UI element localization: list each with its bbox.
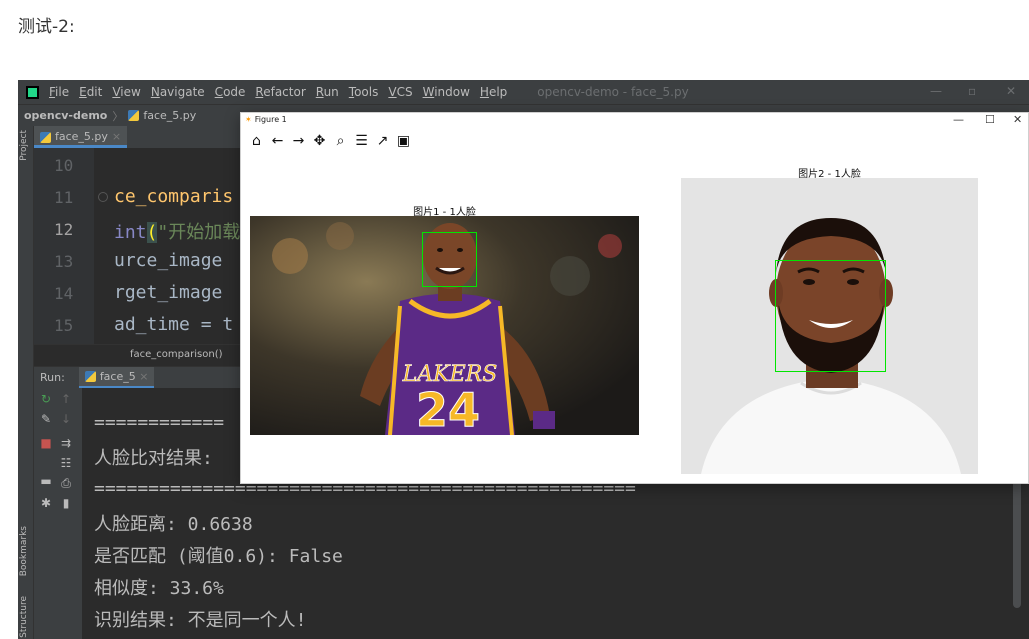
menu-run[interactable]: Run (316, 85, 339, 99)
home-icon[interactable]: ⌂ (249, 133, 264, 153)
fold-marker-icon[interactable] (98, 192, 108, 202)
print-icon[interactable]: ⎙ (58, 476, 74, 491)
scroll-up-icon[interactable]: ↑ (58, 392, 74, 406)
close-icon[interactable]: ✕ (1006, 84, 1016, 98)
code-line: urce_image (114, 250, 223, 271)
pan-icon[interactable]: ✥ (312, 133, 327, 153)
python-run-icon (84, 371, 96, 382)
figure-title-text: Figure 1 (254, 115, 287, 124)
run-tab-label: face_5 (99, 369, 136, 383)
editor-tab[interactable]: face_5.py × (34, 126, 128, 148)
window-title: opencv-demo - face_5.py (537, 85, 689, 99)
run-label: Run: (40, 371, 65, 384)
code-line: ce_comparis (114, 186, 234, 207)
jersey-number: 24 (416, 383, 480, 435)
line-number: 10 (54, 156, 74, 175)
project-tool-tab[interactable]: Project (19, 130, 29, 161)
menu-view[interactable]: View (112, 85, 140, 99)
menu-code[interactable]: Code (215, 85, 246, 99)
line-number: 15 (54, 316, 74, 335)
console-scrollbar[interactable] (1013, 478, 1021, 608)
structure-tool-tab[interactable]: Structure (19, 596, 29, 638)
menu-vcs[interactable]: VCS (388, 85, 412, 99)
console-line: 相似度: 33.6% (94, 578, 224, 599)
pin-icon[interactable]: ✱ (38, 496, 54, 510)
stop-icon[interactable]: ■ (38, 436, 54, 450)
bookmarks-tool-tab[interactable]: Bookmarks (19, 526, 29, 576)
code-line: int("开始加载 (114, 218, 240, 244)
menu-navigate[interactable]: Navigate (151, 85, 205, 99)
line-number: 11 (54, 188, 74, 207)
trash-icon[interactable]: ▮ (58, 496, 74, 510)
chevron-right-icon: 〉 (112, 109, 124, 123)
run-toolbar: ↻ ↑ ✎ ↓ ■ ⇉ ☷ ▬ ⎙ ✱ ▮ (34, 388, 82, 639)
line-number: 13 (54, 252, 74, 271)
code-line: rget_image (114, 282, 223, 303)
menu-edit[interactable]: Edit (79, 85, 102, 99)
menu-bar: File Edit View Navigate Code Refactor Ru… (18, 80, 1029, 104)
close-tab-icon[interactable]: × (112, 130, 121, 143)
code-token-builtin: int (114, 222, 147, 243)
menu-help[interactable]: Help (480, 85, 507, 99)
figure-close-icon[interactable]: ✕ (1013, 113, 1022, 126)
editor-tab-label: face_5.py (55, 130, 108, 143)
left-tool-strip: Project Bookmarks Structure (18, 126, 34, 639)
console-line: ============ (94, 412, 225, 433)
line-number: 14 (54, 284, 74, 303)
save-icon[interactable]: ▣ (396, 133, 411, 153)
layout-icon[interactable]: ▬ (38, 474, 54, 488)
forward-icon[interactable]: → (291, 133, 306, 153)
menu-refactor[interactable]: Refactor (255, 85, 305, 99)
code-token-string: "开始加载 (157, 222, 241, 243)
line-number: 12 (54, 220, 74, 239)
line-number-gutter: 10 11 12 13 14 15 (34, 148, 94, 366)
image1-photo: LAKERS 24 (250, 216, 639, 435)
edit-curve-icon[interactable]: ↗ (375, 133, 390, 153)
code-token-paren: ( (146, 222, 158, 243)
close-run-tab-icon[interactable]: × (139, 370, 148, 383)
zoom-icon[interactable]: ⌕ (333, 133, 348, 153)
project-name[interactable]: opencv-demo (24, 109, 107, 122)
menu-window[interactable]: Window (423, 85, 470, 99)
minimize-icon[interactable]: — (930, 84, 942, 98)
maximize-icon[interactable]: ▫ (968, 84, 976, 98)
figure-maximize-icon[interactable]: ☐ (985, 113, 995, 126)
soft-wrap-icon[interactable]: ⇉ (58, 436, 74, 450)
figure-title: ✶ Figure 1 (245, 115, 287, 124)
nav-file-name[interactable]: face_5.py (143, 109, 196, 122)
menu-file[interactable]: File (49, 85, 69, 99)
scroll-down-icon[interactable]: ↓ (58, 412, 74, 426)
console-line: 是否匹配 (阈值0.6): False (94, 546, 343, 567)
run-tab[interactable]: face_5 × (78, 366, 155, 389)
console-line: 人脸距离: 0.6638 (94, 514, 253, 535)
back-icon[interactable]: ← (270, 133, 285, 153)
configure-icon[interactable]: ☰ (354, 133, 369, 153)
figure-window: ✶ Figure 1 — ☐ ✕ ⌂ ← → ✥ ⌕ ☰ ↗ ▣ 图片1 - 1人… (240, 112, 1029, 484)
scroll-to-end-icon[interactable]: ☷ (58, 456, 74, 470)
image2-photo (681, 178, 978, 474)
page-heading: 测试-2: (18, 17, 75, 37)
matplotlib-icon: ✶ (245, 115, 252, 124)
breadcrumb-function[interactable]: face_comparison() (130, 349, 223, 360)
face-detection-box (775, 260, 886, 372)
figure-toolbar: ⌂ ← → ✥ ⌕ ☰ ↗ ▣ (249, 133, 411, 153)
pycharm-logo-icon (26, 85, 39, 99)
wrench-icon[interactable]: ✎ (38, 412, 54, 426)
face-detection-box (422, 232, 477, 287)
figure-minimize-icon[interactable]: — (953, 113, 964, 126)
python-file-icon (128, 110, 140, 121)
console-line: 人脸比对结果: (94, 448, 213, 469)
menu-tools[interactable]: Tools (349, 85, 379, 99)
rerun-icon[interactable]: ↻ (38, 392, 54, 406)
code-line: ad_time = t (114, 314, 234, 335)
python-file-icon (40, 131, 51, 143)
console-line: 识别结果: 不是同一个人! (94, 610, 307, 631)
